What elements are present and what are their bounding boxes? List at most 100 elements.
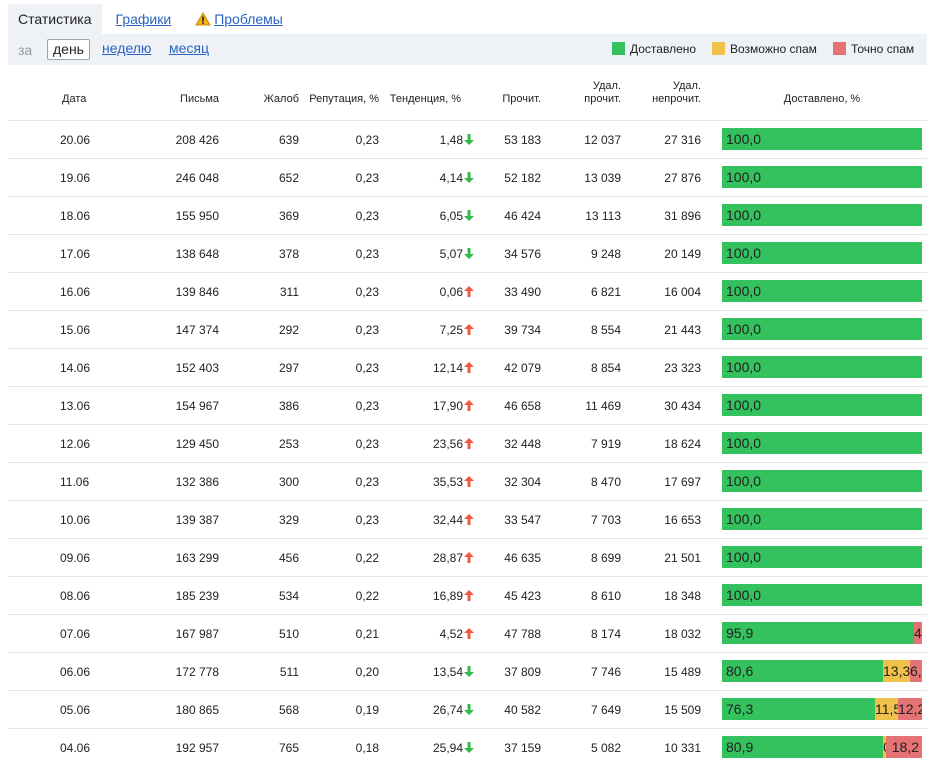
trend-value: 12,14 [432, 361, 463, 375]
cell-date: 15.06 [60, 323, 91, 337]
cell-read: 32 448 [504, 437, 541, 451]
trend-value: 13,54 [432, 665, 463, 679]
delivered-green-segment: 100,0 [722, 128, 922, 150]
delivered-green-segment: 100,0 [722, 394, 922, 416]
cell-deleted-read: 12 037 [584, 133, 621, 147]
delivered-green-segment: 100,0 [722, 318, 922, 340]
segment-value: 80,6 [726, 663, 754, 679]
header-deleted-unread: Удал. непрочит. [630, 80, 701, 106]
segment-value: 76,3 [726, 701, 754, 717]
cell-read: 33 547 [504, 513, 541, 527]
delivered-red-segment: 12,2 [898, 698, 922, 720]
delivered-green-segment: 100,0 [722, 432, 922, 454]
header-line: Удал. [672, 80, 701, 92]
header-deleted-read: Удал. прочит. [560, 80, 621, 106]
delivered-bar: 80,6 13,36,1 [722, 660, 922, 682]
delivered-bar: 100,0 [722, 584, 922, 606]
delivered-bar: 95,9 4,1 [722, 622, 922, 644]
cell-date: 06.06 [60, 665, 91, 679]
cell-deleted-unread: 23 323 [664, 361, 701, 375]
delivered-red-segment: 18,2 [886, 736, 922, 758]
cell-letters: 154 967 [175, 399, 219, 413]
table-row: 18.06 155 950 369 0,23 6,05 46 424 13 113 31 89… [8, 196, 927, 234]
cell-reputation: 0,23 [355, 361, 379, 375]
legend-swatch [833, 42, 846, 55]
cell-deleted-unread: 20 149 [664, 247, 701, 261]
cell-read: 32 304 [504, 475, 541, 489]
cell-deleted-read: 7 919 [590, 437, 621, 451]
period-month-link[interactable]: месяц [164, 39, 214, 60]
legend-maybe-spam: Возможно спам [712, 42, 817, 56]
trend-value: 28,87 [432, 551, 463, 565]
delivered-bar: 100,0 [722, 242, 922, 264]
period-day-button[interactable]: день [47, 39, 90, 60]
delivered-bar: 80,90,918,2 [722, 736, 922, 758]
delivered-green-segment: 80,6 [722, 660, 883, 682]
legend-label: Доставлено [630, 42, 697, 56]
period-week-link[interactable]: неделю [97, 39, 156, 60]
table-row: 13.06 154 967 386 0,23 17,90 46 658 11 469 30 4… [8, 386, 927, 424]
tab-charts[interactable]: Графики [106, 4, 182, 34]
trend-value: 35,53 [432, 475, 463, 489]
trend-value: 4,52 [439, 627, 463, 641]
cell-trend: 5,07 [380, 235, 474, 273]
delivered-bar: 100,0 [722, 470, 922, 492]
cell-read: 42 079 [504, 361, 541, 375]
cell-deleted-unread: 31 896 [664, 209, 701, 223]
cell-letters: 185 239 [175, 589, 219, 603]
cell-letters: 163 299 [175, 551, 219, 565]
delivered-bar: 100,0 [722, 508, 922, 530]
cell-reputation: 0,22 [355, 551, 379, 565]
period-option-label: месяц [169, 40, 210, 56]
segment-value: 100,0 [726, 473, 762, 489]
delivered-bar: 100,0 [722, 128, 922, 150]
trend-down-icon [464, 742, 474, 753]
table-row: 15.06 147 374 292 0,23 7,25 39 734 8 554 21 443… [8, 310, 927, 348]
cell-reputation: 0,23 [355, 247, 379, 261]
delivered-green-segment: 100,0 [722, 356, 922, 378]
segment-value: 100,0 [726, 169, 762, 185]
cell-complaints: 639 [278, 133, 299, 147]
tab-problems[interactable]: Проблемы [185, 4, 293, 34]
cell-complaints: 652 [278, 171, 299, 185]
cell-read: 37 159 [504, 741, 541, 755]
table-row: 17.06 138 648 378 0,23 5,07 34 576 9 248 20 149… [8, 234, 927, 272]
tab-label: Графики [115, 11, 172, 27]
cell-complaints: 369 [278, 209, 299, 223]
cell-reputation: 0,23 [355, 399, 379, 413]
period-option-label: неделю [102, 40, 152, 56]
cell-reputation: 0,20 [355, 665, 379, 679]
delivered-green-segment: 100,0 [722, 280, 922, 302]
trend-down-icon [464, 666, 474, 677]
cell-read: 47 788 [504, 627, 541, 641]
table-row: 07.06 167 987 510 0,21 4,52 47 788 8 174 18 032… [8, 614, 927, 652]
cell-read: 34 576 [504, 247, 541, 261]
segment-value: 100,0 [726, 397, 762, 413]
cell-trend: 1,48 [380, 121, 474, 159]
cell-complaints: 300 [278, 475, 299, 489]
cell-deleted-read: 9 248 [590, 247, 621, 261]
segment-value: 100,0 [726, 131, 762, 147]
cell-deleted-unread: 27 316 [664, 133, 701, 147]
tab-statistics[interactable]: Статистика [8, 4, 102, 34]
cell-letters: 139 387 [175, 513, 219, 527]
tab-label: Проблемы [214, 11, 283, 27]
table-row: 06.06 172 778 511 0,20 13,54 37 809 7 746 15 48… [8, 652, 927, 690]
header-reputation: Репутация, % [309, 93, 379, 105]
cell-trend: 7,25 [380, 311, 474, 349]
cell-deleted-unread: 27 876 [664, 171, 701, 185]
cell-deleted-unread: 21 501 [664, 551, 701, 565]
delivered-yellow-segment: 11,5 [875, 698, 898, 720]
cell-reputation: 0,23 [355, 133, 379, 147]
delivered-green-segment: 100,0 [722, 584, 922, 606]
cell-date: 12.06 [60, 437, 91, 451]
cell-complaints: 253 [278, 437, 299, 451]
segment-value: 13,3 [883, 663, 910, 679]
cell-letters: 152 403 [175, 361, 219, 375]
trend-down-icon [464, 134, 474, 145]
legend-swatch [612, 42, 625, 55]
cell-complaints: 510 [278, 627, 299, 641]
cell-read: 46 424 [504, 209, 541, 223]
cell-date: 07.06 [60, 627, 91, 641]
cell-reputation: 0,23 [355, 209, 379, 223]
